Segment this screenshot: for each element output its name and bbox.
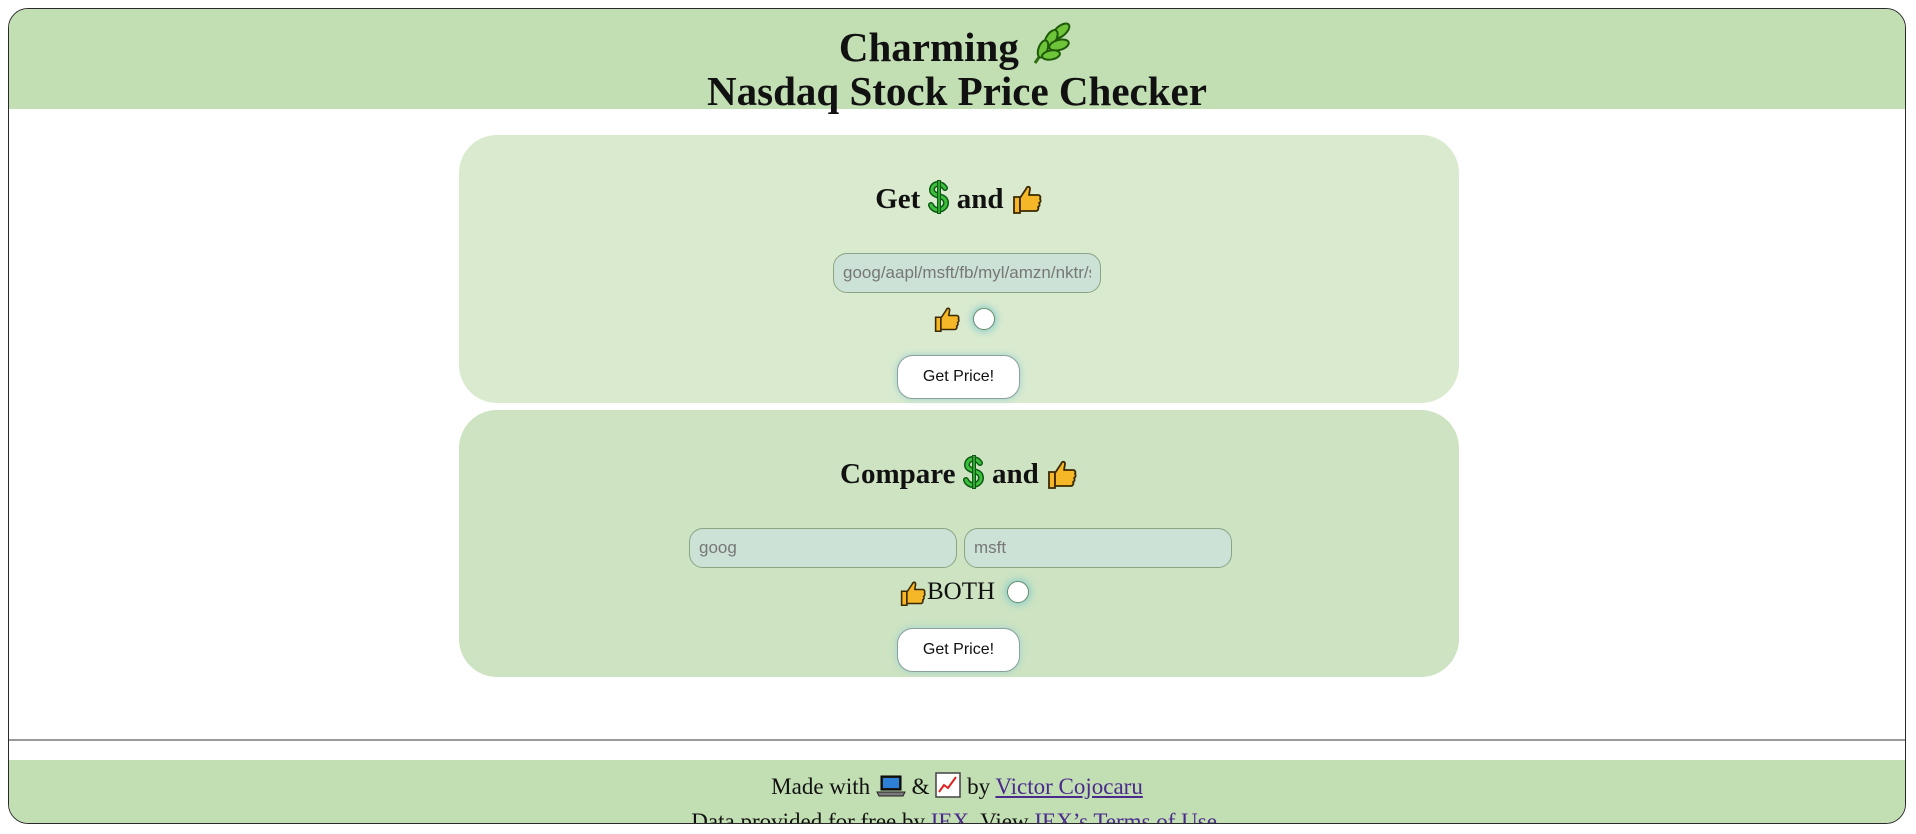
app-frame: Charming Nasdaq Stock Price Checker Get bbox=[8, 8, 1906, 824]
thumbs-up-icon bbox=[1011, 183, 1043, 226]
site-footer: Made with & by Victor Cojocaru Data prov… bbox=[9, 749, 1905, 824]
made-with-text: Made with bbox=[771, 774, 871, 799]
compare-ticker-1-input[interactable] bbox=[689, 528, 957, 568]
heading-and-text: and bbox=[956, 183, 1004, 215]
compare-stocks-panel: Compare and goog msft BOTH Get Price! bbox=[459, 410, 1459, 677]
thumbs-up-icon bbox=[1046, 458, 1078, 501]
footer-divider bbox=[9, 739, 1905, 741]
dollar-icon bbox=[927, 179, 950, 226]
single-panel-heading: Get and bbox=[459, 179, 1459, 226]
data-provided-text: Data provided for free by bbox=[691, 809, 926, 824]
ampersand-text: & bbox=[911, 774, 930, 799]
by-text: by bbox=[967, 774, 991, 799]
iex-terms-link[interactable]: IEX’s Terms of Use bbox=[1034, 809, 1217, 823]
brand-text: Charming bbox=[838, 24, 1019, 70]
compare-panel-heading: Compare and bbox=[459, 454, 1459, 501]
dollar-icon bbox=[962, 454, 985, 501]
heading-get-text: Get bbox=[875, 183, 921, 215]
site-header: Charming Nasdaq Stock Price Checker bbox=[9, 9, 1905, 114]
chart-increasing-icon bbox=[935, 772, 962, 806]
ticker-input[interactable] bbox=[833, 253, 1101, 293]
page-title: Nasdaq Stock Price Checker bbox=[707, 68, 1207, 114]
like-both-checkbox[interactable] bbox=[1007, 581, 1029, 603]
compare-ticker-2-input[interactable] bbox=[964, 528, 1232, 568]
compare-get-price-button[interactable]: Get Price! bbox=[897, 628, 1020, 672]
footer-credits: Made with & by Victor Cojocaru bbox=[9, 772, 1905, 806]
heading-and-text: and bbox=[991, 458, 1039, 490]
author-link[interactable]: Victor Cojocaru bbox=[995, 774, 1142, 799]
thumbs-up-icon bbox=[933, 305, 961, 338]
heading-compare-text: Compare bbox=[840, 458, 956, 490]
get-price-button[interactable]: Get Price! bbox=[897, 355, 1020, 399]
like-both-label: BOTH bbox=[927, 578, 996, 605]
laptop-icon bbox=[876, 774, 906, 806]
iex-link[interactable]: IEX bbox=[931, 809, 969, 823]
footer-period: . bbox=[1216, 809, 1223, 824]
view-text: . View bbox=[969, 809, 1029, 824]
single-stock-panel: Get and goog/aapl/msft/fb/myl/amzn/nktr/… bbox=[459, 135, 1459, 403]
footer-data-source: Data provided for free by IEX. View IEX’… bbox=[9, 807, 1905, 824]
thumbs-up-icon bbox=[899, 579, 927, 612]
like-checkbox[interactable] bbox=[973, 308, 995, 330]
